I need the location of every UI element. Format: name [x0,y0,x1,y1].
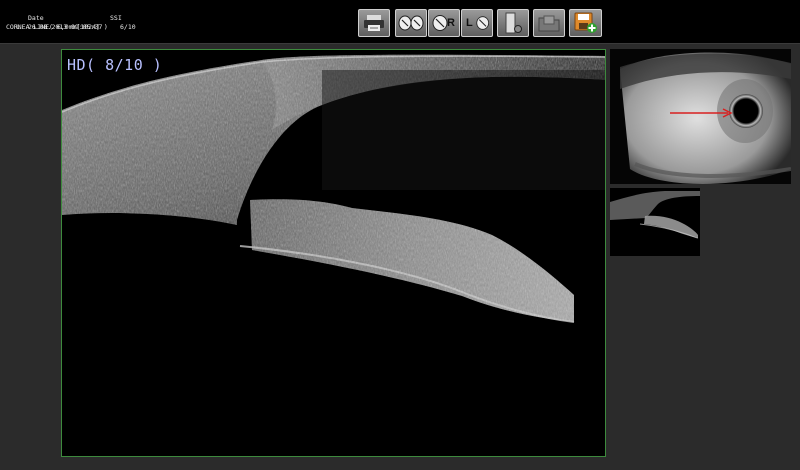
view-left-eye-button[interactable]: L [461,9,493,37]
ssi-label: SSI [110,13,122,22]
left-eye-label: L [466,17,473,29]
device-icon [505,12,522,34]
oct-scan-image [62,54,605,323]
eye-indicator: L [16,23,20,31]
open-folder-button[interactable] [533,9,565,37]
oct-preview-thumbnail[interactable] [610,188,700,256]
save-add-button[interactable] [569,9,602,37]
save-add-icon [574,12,597,33]
view-both-eyes-button[interactable] [395,9,427,37]
scan-settings-button[interactable] [497,9,529,37]
oct-scan-panel[interactable]: HD( 8/10 ) [61,49,606,457]
printer-icon [364,15,384,31]
top-info-bar: CORNEA LINE( 6,0mm[1024] ) Date SSI L 26… [0,0,800,44]
eyes-icon [398,15,424,31]
print-report-button[interactable] [358,9,390,37]
right-eye-label: R [447,17,455,29]
iris-camera-view[interactable] [610,49,791,184]
view-right-eye-button[interactable]: R [428,9,460,37]
scan-datetime: 26.08.2013 09:05:37 [28,23,103,31]
ssi-value: 6/10 [120,23,136,31]
oct-preview-image [610,188,700,256]
folder-icon [538,15,560,32]
scan-quality-label: HD( 8/10 ) [67,56,163,74]
eye-photo [610,49,791,184]
date-label: Date [28,13,44,22]
left-eye-icon [476,16,490,30]
